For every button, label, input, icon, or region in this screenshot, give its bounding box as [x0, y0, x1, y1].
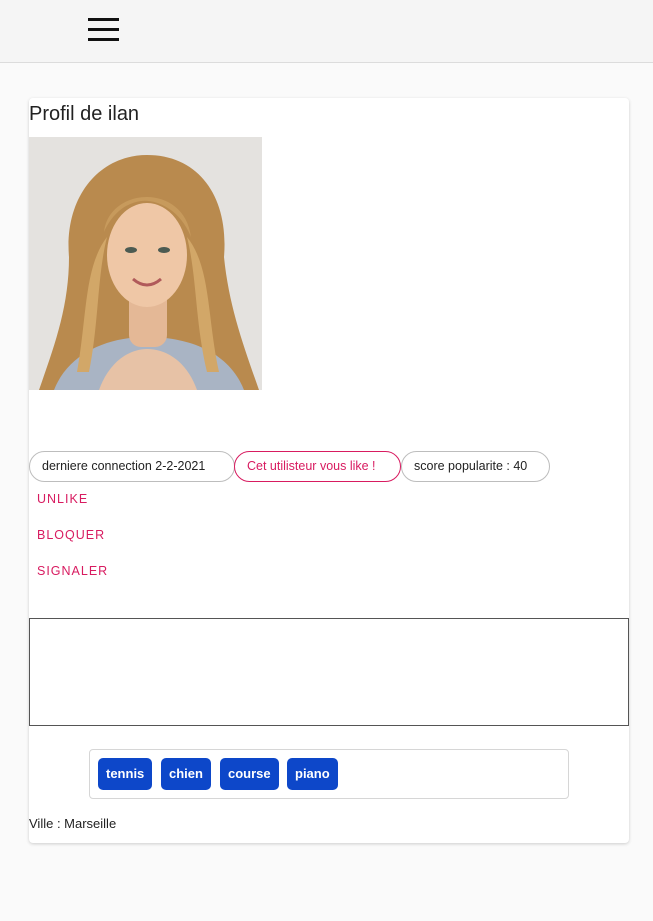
tags-container: tennis chien course piano: [89, 749, 569, 799]
page-title: Profil de ilan: [29, 103, 140, 125]
profile-photo: [29, 137, 262, 390]
chip-last-connection: derniere connection 2-2-2021: [29, 451, 235, 482]
tag-chip[interactable]: chien: [161, 758, 211, 790]
top-app-bar: [0, 0, 653, 63]
hamburger-menu-icon[interactable]: [88, 18, 120, 44]
tag-chip[interactable]: piano: [287, 758, 338, 790]
tag-chip[interactable]: course: [220, 758, 279, 790]
report-button[interactable]: SIGNALER: [37, 564, 108, 578]
bio-textarea[interactable]: [29, 618, 629, 726]
chip-liked: Cet utilisteur vous like !: [234, 451, 401, 482]
tag-chip[interactable]: tennis: [98, 758, 153, 790]
chip-popularity: score popularite : 40: [401, 451, 550, 482]
block-button[interactable]: BLOQUER: [37, 528, 105, 542]
profile-photo-illustration: [29, 137, 262, 390]
hamburger-line-middle: [88, 28, 119, 31]
hamburger-line-top: [88, 18, 119, 21]
city-label: Ville : Marseille: [29, 816, 117, 831]
profile-card: Profil de ilan derniere connection 2-2-2…: [29, 98, 629, 843]
hamburger-line-bottom: [88, 38, 119, 41]
unlike-button[interactable]: UNLIKE: [37, 492, 88, 506]
